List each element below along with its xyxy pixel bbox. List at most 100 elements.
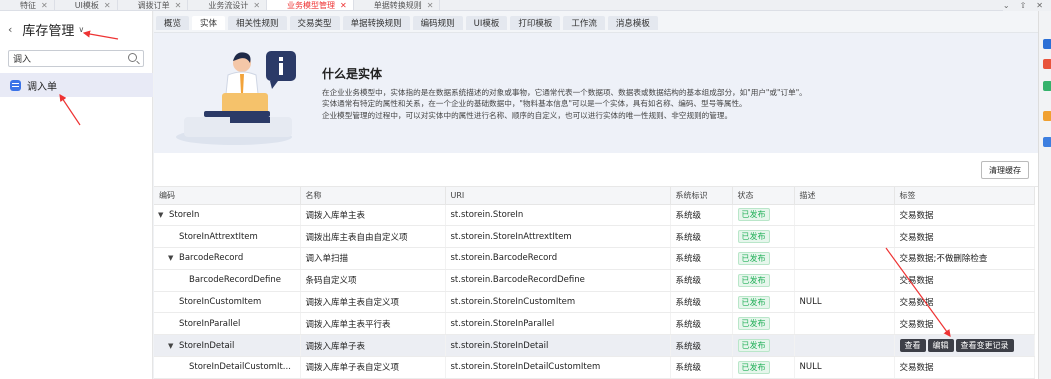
cell-system-flag: 系统级: [670, 247, 733, 270]
app-icon[interactable]: [1043, 81, 1051, 91]
close-tab-icon[interactable]: ✕: [175, 1, 182, 10]
right-tool-rail: [1038, 11, 1051, 379]
close-tab-icon[interactable]: ✕: [104, 1, 111, 10]
table-toolbar: 清理缓存: [154, 153, 1038, 187]
status-badge: 已发布: [737, 339, 770, 353]
subtab[interactable]: 实体: [192, 16, 226, 30]
tabbar-controls: ⌄ ⇧ ✕: [1002, 0, 1051, 11]
cell-code: ▼ BarcodeRecord: [154, 247, 301, 270]
sidebar-item-label: 调入单: [27, 81, 57, 93]
cell-system-flag: 系统级: [670, 356, 733, 379]
table-row[interactable]: StoreInDetailCustomIt... 调拨入库单子表自定义项 st.st…: [154, 356, 1035, 379]
cell-uri: st.storein.BarcodeRecordDefine: [445, 269, 671, 292]
column-header[interactable]: 描述: [794, 187, 895, 205]
subtab[interactable]: 相关性规则: [228, 16, 287, 30]
expand-toggle-icon[interactable]: ▼: [168, 342, 179, 350]
top-tab-label: 单据转换规则: [373, 0, 422, 10]
app-icon[interactable]: [1043, 111, 1051, 121]
top-tab[interactable]: 业务模型管理 ✕: [267, 0, 354, 10]
table-row[interactable]: StoreInAttrextItem 调拨出库主表自由自定义项 st.storein…: [154, 225, 1035, 249]
cell-code: StoreInAttrextItem: [154, 225, 301, 249]
cell-system-flag: 系统级: [670, 269, 733, 292]
sidebar-item-transfer-in[interactable]: 调入单: [0, 73, 153, 97]
top-tab[interactable]: 特征 ✕: [0, 0, 55, 10]
cell-code: BarcodeRecordDefine: [154, 269, 301, 292]
subtab[interactable]: 消息模板: [607, 16, 658, 30]
cell-name: 调拨入库单主表: [300, 204, 446, 227]
cell-tag: 交易数据: [894, 269, 1035, 292]
subtab[interactable]: 交易类型: [289, 16, 340, 30]
top-tab[interactable]: 调拨订单 ✕: [118, 0, 189, 10]
entity-code: StoreIn: [169, 209, 200, 220]
banner-line: 在企业业务模型中，实体指的是在数据系统描述的对象或事物，它通常代表一个数据项、数…: [322, 88, 807, 97]
column-header[interactable]: 标签: [894, 187, 1035, 205]
subtab[interactable]: 概览: [156, 16, 190, 30]
banner-title: 什么是实体: [322, 67, 383, 81]
cell-status: 已发布: [732, 247, 795, 270]
entity-subtabs: 概览 实体 相关性规则 交易类型 单据转换规则 编码规则 UI模板 打印模板 工作流 消息模板: [154, 11, 1038, 33]
cell-uri: st.storein.StoreInDetail: [445, 334, 671, 358]
cell-system-flag: 系统级: [670, 312, 733, 336]
table-header-row: 编码 名称 URI 系统标识 状态 描述 标签: [154, 187, 1035, 205]
edit-button[interactable]: 编辑: [927, 339, 954, 353]
close-tab-icon[interactable]: ✕: [41, 1, 48, 10]
column-header[interactable]: 状态: [732, 187, 795, 205]
top-tab-label: 业务模型管理: [287, 0, 336, 10]
cell-system-flag: 系统级: [670, 225, 733, 249]
table-row[interactable]: ▼ StoreInDetail 调拨入库单子表 st.storein.StoreInD…: [154, 334, 1035, 358]
app-icon[interactable]: [1043, 59, 1051, 69]
cell-name: 调拨出库主表自由自定义项: [300, 225, 446, 249]
entity-code: StoreInParallel: [179, 318, 241, 329]
close-tab-icon[interactable]: ✕: [340, 1, 347, 10]
cell-description: [794, 225, 895, 249]
table-row[interactable]: ▼ BarcodeRecord 调入单扫描 st.storein.BarcodeRec…: [154, 247, 1035, 270]
upload-icon[interactable]: ⇧: [1020, 1, 1027, 10]
table-row[interactable]: ▼ StoreIn 调拨入库单主表 st.storein.StoreIn 系统级 已发布交…: [154, 204, 1035, 227]
module-title[interactable]: 库存管理: [22, 20, 74, 39]
subtab[interactable]: UI模板: [465, 16, 508, 30]
back-arrow-icon[interactable]: ‹: [8, 23, 12, 36]
banner-description: 在企业业务模型中，实体指的是在数据系统描述的对象或事物，它通常代表一个数据项、数…: [322, 87, 1032, 121]
cell-description: [794, 204, 895, 227]
cell-description: [794, 269, 895, 292]
clear-cache-button[interactable]: 清理缓存: [981, 161, 1029, 179]
top-tab[interactable]: UI模板 ✕: [55, 0, 118, 10]
cell-name: 调拨入库单子表自定义项: [300, 356, 446, 379]
cell-status: 已发布: [732, 356, 795, 379]
expand-toggle-icon[interactable]: ▼: [158, 211, 169, 219]
chevron-down-icon[interactable]: ∨: [78, 25, 84, 34]
cell-tag: 交易数据: [894, 312, 1035, 336]
column-header[interactable]: 编码: [154, 187, 301, 205]
cell-status: 已发布: [732, 334, 795, 358]
subtab[interactable]: 工作流: [563, 16, 605, 30]
view-history-button[interactable]: 查看变更记录: [955, 339, 1014, 353]
top-tab[interactable]: 业务流设计 ✕: [188, 0, 268, 10]
table-row[interactable]: BarcodeRecordDefine 条码自定义项 st.storein.Barc…: [154, 269, 1035, 292]
search-input[interactable]: [13, 53, 123, 64]
column-header[interactable]: URI: [445, 187, 671, 205]
chevron-down-icon[interactable]: ⌄: [1003, 1, 1010, 10]
cell-status: 已发布: [732, 204, 795, 227]
subtab[interactable]: 编码规则: [412, 16, 463, 30]
subtab[interactable]: 单据转换规则: [342, 16, 410, 30]
app-icon[interactable]: [1043, 137, 1051, 147]
table-row[interactable]: StoreInParallel 调拨入库单主表平行表 st.storein.Stor…: [154, 312, 1035, 336]
column-header[interactable]: 系统标识: [670, 187, 733, 205]
cell-status: 已发布: [732, 269, 795, 292]
view-button[interactable]: 查看: [899, 339, 926, 353]
expand-toggle-icon[interactable]: ▼: [168, 254, 179, 262]
entity-code: StoreInAttrextItem: [179, 231, 258, 242]
column-header[interactable]: 名称: [300, 187, 446, 205]
table-row[interactable]: StoreInCustomItem 调拨入库单主表自定义项 st.storein.S…: [154, 291, 1035, 314]
app-icon[interactable]: [1043, 39, 1051, 49]
subtab[interactable]: 打印模板: [510, 16, 561, 30]
cell-description: NULL: [794, 356, 895, 379]
cell-name: 调拨入库单主表平行表: [300, 312, 446, 336]
main-panel: 概览 实体 相关性规则 交易类型 单据转换规则 编码规则 UI模板 打印模板 工作流 消息模板 什…: [154, 11, 1038, 379]
close-icon[interactable]: ✕: [1036, 1, 1043, 10]
entity-code: BarcodeRecordDefine: [189, 275, 281, 286]
close-tab-icon[interactable]: ✕: [253, 1, 260, 10]
search-icon[interactable]: [128, 53, 137, 62]
top-tab[interactable]: 单据转换规则 ✕: [354, 0, 441, 10]
close-tab-icon[interactable]: ✕: [427, 1, 434, 10]
